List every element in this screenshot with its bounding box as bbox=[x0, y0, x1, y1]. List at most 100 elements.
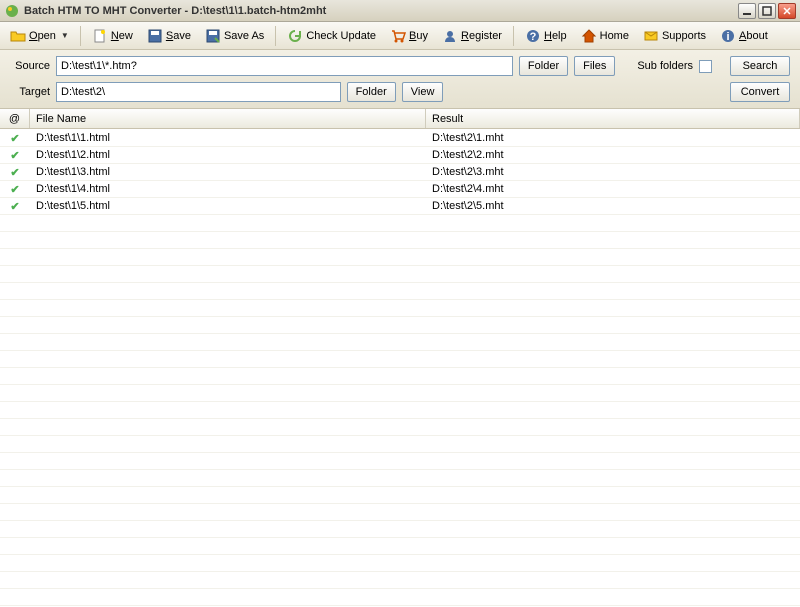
empty-row bbox=[0, 589, 800, 606]
list-header: @ File Name Result bbox=[0, 109, 800, 129]
save-icon bbox=[147, 28, 163, 44]
empty-row bbox=[0, 215, 800, 232]
empty-row bbox=[0, 538, 800, 555]
result-cell: D:\test\2\3.mht bbox=[426, 166, 800, 178]
help-label: Help bbox=[544, 30, 567, 42]
result-cell: D:\test\2\4.mht bbox=[426, 183, 800, 195]
supports-button[interactable]: Supports bbox=[637, 25, 712, 47]
empty-row bbox=[0, 453, 800, 470]
register-button[interactable]: Register bbox=[436, 25, 508, 47]
check-icon: ✔ bbox=[10, 183, 19, 196]
empty-row bbox=[0, 419, 800, 436]
empty-row bbox=[0, 249, 800, 266]
target-view-button[interactable]: View bbox=[402, 82, 444, 102]
supports-icon bbox=[643, 28, 659, 44]
header-filename[interactable]: File Name bbox=[30, 109, 426, 128]
check-update-button[interactable]: Check Update bbox=[281, 25, 382, 47]
check-icon: ✔ bbox=[10, 132, 19, 145]
status-cell: ✔ bbox=[0, 166, 30, 179]
convert-button[interactable]: Convert bbox=[730, 82, 790, 102]
save-button[interactable]: Save bbox=[141, 25, 197, 47]
buy-button[interactable]: Buy bbox=[384, 25, 434, 47]
toolbar: Open ▼ New Save Save As Check Update Buy… bbox=[0, 22, 800, 50]
buy-label: Buy bbox=[409, 30, 428, 42]
empty-row bbox=[0, 317, 800, 334]
empty-row bbox=[0, 504, 800, 521]
titlebar: Batch HTM TO MHT Converter - D:\test\1\1… bbox=[0, 0, 800, 22]
paths-panel: Source Folder Files Sub folders Search T… bbox=[0, 50, 800, 109]
home-label: Home bbox=[600, 30, 629, 42]
subfolders-label: Sub folders bbox=[637, 60, 693, 72]
empty-row bbox=[0, 232, 800, 249]
source-input[interactable] bbox=[56, 56, 513, 76]
about-button[interactable]: i About bbox=[714, 25, 774, 47]
empty-row bbox=[0, 487, 800, 504]
filename-cell: D:\test\1\5.html bbox=[30, 200, 426, 212]
header-result[interactable]: Result bbox=[426, 109, 800, 128]
status-cell: ✔ bbox=[0, 149, 30, 162]
dropdown-icon: ▼ bbox=[61, 31, 69, 40]
minimize-button[interactable] bbox=[738, 3, 756, 19]
saveas-label: Save As bbox=[224, 30, 264, 42]
saveas-button[interactable]: Save As bbox=[199, 25, 270, 47]
result-cell: D:\test\2\2.mht bbox=[426, 149, 800, 161]
source-folder-button[interactable]: Folder bbox=[519, 56, 568, 76]
check-label: Check Update bbox=[306, 30, 376, 42]
empty-row bbox=[0, 555, 800, 572]
table-row[interactable]: ✔ D:\test\1\4.htmlD:\test\2\4.mht bbox=[0, 181, 800, 198]
save-label: Save bbox=[166, 30, 191, 42]
status-cell: ✔ bbox=[0, 132, 30, 145]
open-label: Open bbox=[29, 30, 56, 42]
header-status[interactable]: @ bbox=[0, 109, 30, 128]
target-input[interactable] bbox=[56, 82, 341, 102]
filename-cell: D:\test\1\3.html bbox=[30, 166, 426, 178]
empty-row bbox=[0, 385, 800, 402]
cart-icon bbox=[390, 28, 406, 44]
maximize-button[interactable] bbox=[758, 3, 776, 19]
filename-cell: D:\test\1\2.html bbox=[30, 149, 426, 161]
subfolders-checkbox[interactable] bbox=[699, 60, 712, 73]
folder-open-icon bbox=[10, 28, 26, 44]
window-title: Batch HTM TO MHT Converter - D:\test\1\1… bbox=[24, 5, 738, 17]
close-button[interactable] bbox=[778, 3, 796, 19]
search-button[interactable]: Search bbox=[730, 56, 790, 76]
separator bbox=[513, 26, 514, 46]
empty-row bbox=[0, 283, 800, 300]
empty-row bbox=[0, 351, 800, 368]
info-icon: i bbox=[720, 28, 736, 44]
target-folder-button[interactable]: Folder bbox=[347, 82, 396, 102]
empty-row bbox=[0, 572, 800, 589]
status-cell: ✔ bbox=[0, 183, 30, 196]
empty-row bbox=[0, 521, 800, 538]
target-label: Target bbox=[10, 86, 50, 98]
app-icon bbox=[4, 3, 20, 19]
filename-cell: D:\test\1\1.html bbox=[30, 132, 426, 144]
check-icon: ✔ bbox=[10, 149, 19, 162]
table-row[interactable]: ✔ D:\test\1\2.htmlD:\test\2\2.mht bbox=[0, 147, 800, 164]
empty-row bbox=[0, 402, 800, 419]
empty-row bbox=[0, 266, 800, 283]
status-cell: ✔ bbox=[0, 200, 30, 213]
open-button[interactable]: Open ▼ bbox=[4, 25, 75, 47]
empty-row bbox=[0, 470, 800, 487]
new-file-icon bbox=[92, 28, 108, 44]
supports-label: Supports bbox=[662, 30, 706, 42]
home-button[interactable]: Home bbox=[575, 25, 635, 47]
new-button[interactable]: New bbox=[86, 25, 139, 47]
filename-cell: D:\test\1\4.html bbox=[30, 183, 426, 195]
empty-row bbox=[0, 300, 800, 317]
about-label: About bbox=[739, 30, 768, 42]
source-files-button[interactable]: Files bbox=[574, 56, 615, 76]
separator bbox=[275, 26, 276, 46]
result-cell: D:\test\2\5.mht bbox=[426, 200, 800, 212]
table-row[interactable]: ✔D:\test\1\5.htmlD:\test\2\5.mht bbox=[0, 198, 800, 215]
register-label: Register bbox=[461, 30, 502, 42]
file-list[interactable]: ✔D:\test\1\1.htmlD:\test\2\1.mht✔D:\test… bbox=[0, 129, 800, 607]
empty-row bbox=[0, 334, 800, 351]
empty-row bbox=[0, 436, 800, 453]
help-icon: ? bbox=[525, 28, 541, 44]
table-row[interactable]: ✔D:\test\1\3.htmlD:\test\2\3.mht bbox=[0, 164, 800, 181]
help-button[interactable]: ? Help bbox=[519, 25, 573, 47]
table-row[interactable]: ✔D:\test\1\1.htmlD:\test\2\1.mht bbox=[0, 130, 800, 147]
home-icon bbox=[581, 28, 597, 44]
